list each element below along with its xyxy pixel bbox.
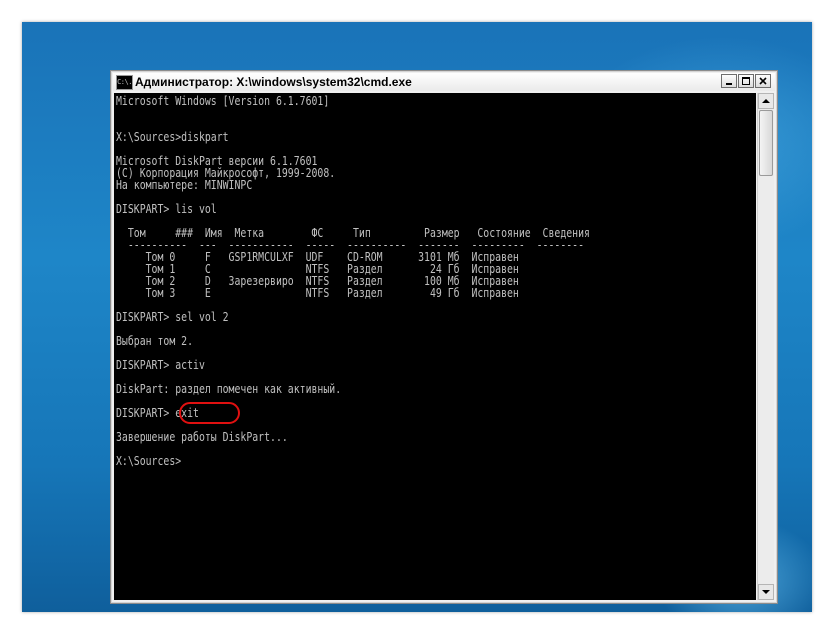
scroll-down-button[interactable] <box>758 584 774 600</box>
maximize-button[interactable] <box>738 74 754 88</box>
console-line: DISKPART> lis vol <box>116 202 217 216</box>
console-line: DISKPART> activ <box>116 358 205 372</box>
close-icon <box>759 77 767 85</box>
desktop-background: C:\. Администратор: X:\windows\system32\… <box>22 22 812 612</box>
console-line: Завершение работы DiskPart... <box>116 430 288 444</box>
vertical-scrollbar[interactable] <box>757 93 774 600</box>
console-line: Выбран том 2. <box>116 334 194 348</box>
scroll-up-button[interactable] <box>758 93 774 109</box>
title-bar[interactable]: C:\. Администратор: X:\windows\system32\… <box>113 73 775 91</box>
console-line: Microsoft Windows [Version 6.1.7601] <box>116 94 330 108</box>
cmd-window[interactable]: C:\. Администратор: X:\windows\system32\… <box>110 70 778 604</box>
console-line: На компьютере: MINWINPC <box>116 178 253 192</box>
close-button[interactable] <box>755 74 771 88</box>
console-area[interactable]: Microsoft Windows [Version 6.1.7601] X:\… <box>114 93 756 600</box>
window-title: Администратор: X:\windows\system32\cmd.e… <box>135 75 412 89</box>
console-line: X:\Sources>diskpart <box>116 130 229 144</box>
console-line: DiskPart: раздел помечен как активный. <box>116 382 342 396</box>
cmd-app-icon[interactable]: C:\. <box>116 75 133 90</box>
console-line: Том 3 E NTFS Раздел 49 Гб Исправен <box>145 286 519 300</box>
minimize-button[interactable] <box>721 74 737 88</box>
exit-command-highlight <box>179 402 240 424</box>
console-line: DISKPART> sel vol 2 <box>116 310 229 324</box>
scroll-thumb[interactable] <box>759 110 773 176</box>
console-line: X:\Sources> <box>116 454 182 468</box>
